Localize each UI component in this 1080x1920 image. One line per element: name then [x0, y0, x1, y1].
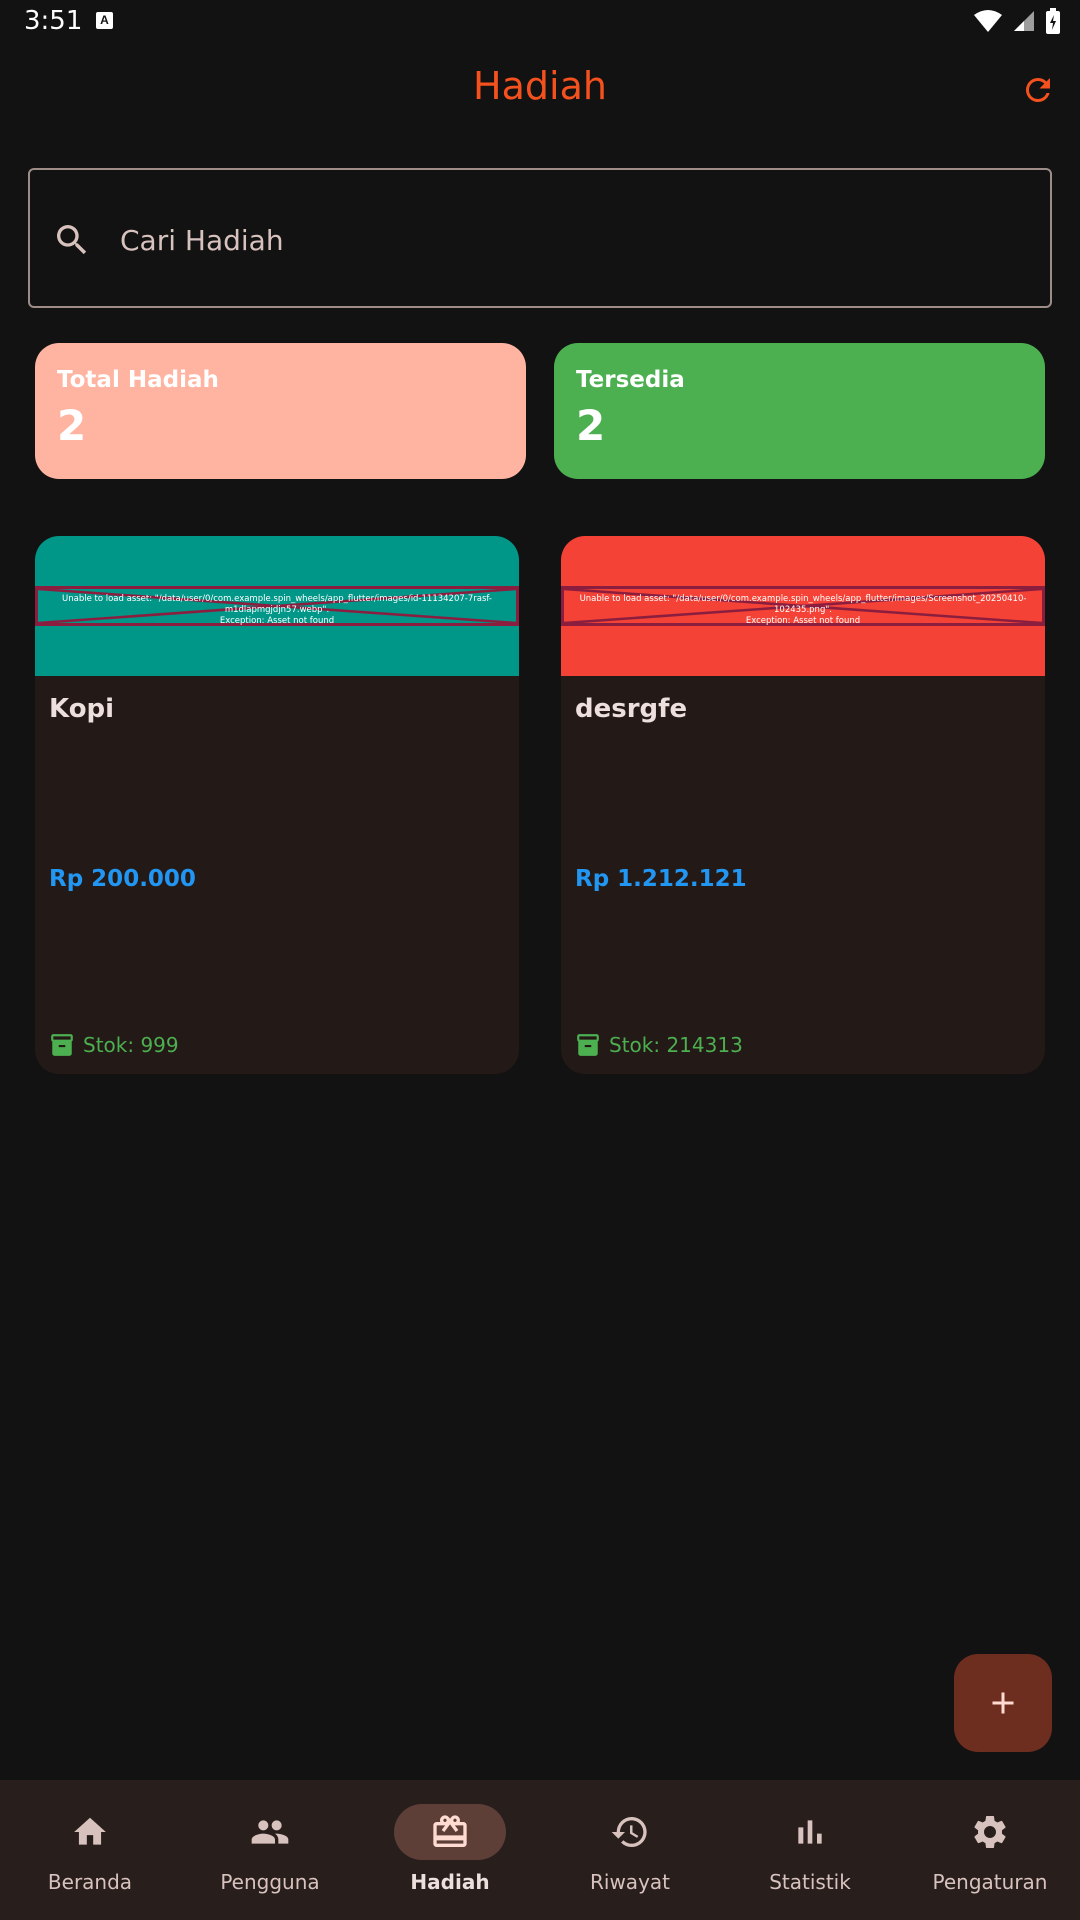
- plus-icon: [992, 1692, 1014, 1714]
- search-input[interactable]: [120, 212, 1000, 268]
- nav-item-pengaturan[interactable]: Pengaturan: [910, 1804, 1070, 1904]
- nav-label: Riwayat: [590, 1870, 670, 1894]
- search-box[interactable]: [28, 168, 1052, 308]
- status-icons: [974, 8, 1060, 34]
- bar-chart-icon: [798, 1820, 822, 1844]
- stat-label: Tersedia: [576, 367, 685, 393]
- total-prizes-card: Total Hadiah 2: [35, 343, 526, 479]
- stat-value: 2: [57, 401, 87, 450]
- nav-indicator: [754, 1804, 866, 1860]
- status-bar: 3:51 A: [0, 0, 1080, 42]
- prize-name: desrgfe: [575, 694, 688, 724]
- status-time: 3:51: [24, 6, 83, 36]
- prize-stock-label: Stok: 999: [83, 1033, 179, 1057]
- stat-label: Total Hadiah: [57, 367, 219, 393]
- prize-price: Rp 1.212.121: [575, 866, 747, 892]
- page-title: Hadiah: [473, 64, 607, 108]
- refresh-icon: [1025, 77, 1050, 102]
- history-icon: [611, 1817, 647, 1847]
- image-error-text: Unable to load asset: "/data/user/0/com.…: [62, 594, 492, 626]
- nav-label: Hadiah: [410, 1870, 490, 1894]
- image-error-text: Unable to load asset: "/data/user/0/com.…: [579, 594, 1027, 626]
- bottom-navigation: Beranda Pengguna Hadiah Riwayat Statisti…: [0, 1780, 1080, 1920]
- search-icon: [57, 225, 87, 255]
- nav-label: Statistik: [769, 1870, 851, 1894]
- people-icon: [251, 1820, 289, 1844]
- nav-label: Pengaturan: [932, 1870, 1048, 1894]
- prize-stock-label: Stok: 214313: [609, 1033, 743, 1057]
- prize-image-placeholder: Unable to load asset: "/data/user/0/com.…: [561, 536, 1045, 676]
- nav-indicator: [34, 1804, 146, 1860]
- prize-price: Rp 200.000: [49, 866, 196, 892]
- refresh-button[interactable]: [1020, 72, 1056, 108]
- prize-stock: Stok: 999: [49, 1032, 179, 1058]
- a-icon: A: [96, 12, 113, 29]
- nav-label: Beranda: [47, 1870, 133, 1894]
- nav-indicator: [394, 1804, 506, 1860]
- nav-item-pengguna[interactable]: Pengguna: [190, 1804, 350, 1904]
- nav-item-beranda[interactable]: Beranda: [10, 1804, 170, 1904]
- inventory-icon: [51, 1034, 73, 1056]
- prize-card[interactable]: Unable to load asset: "/data/user/0/com.…: [35, 536, 519, 1074]
- nav-indicator: [934, 1804, 1046, 1860]
- battery-icon: [1046, 8, 1060, 34]
- nav-item-statistik[interactable]: Statistik: [730, 1804, 890, 1904]
- gift-icon: [433, 1815, 467, 1847]
- nav-item-hadiah[interactable]: Hadiah: [370, 1804, 530, 1904]
- nav-label: Pengguna: [220, 1870, 320, 1894]
- inventory-icon: [577, 1034, 599, 1056]
- nav-indicator: [214, 1804, 326, 1860]
- nav-indicator: [574, 1804, 686, 1860]
- signal-icon: [1014, 11, 1034, 31]
- add-prize-button[interactable]: [954, 1654, 1052, 1752]
- nav-item-riwayat[interactable]: Riwayat: [550, 1804, 710, 1904]
- prize-name: Kopi: [49, 694, 115, 724]
- prize-card[interactable]: Unable to load asset: "/data/user/0/com.…: [561, 536, 1045, 1074]
- gear-icon: [974, 1816, 1006, 1848]
- prize-stock: Stok: 214313: [575, 1032, 743, 1058]
- stat-value: 2: [576, 401, 606, 450]
- wifi-icon: [974, 10, 1002, 32]
- available-prizes-card: Tersedia 2: [554, 343, 1045, 479]
- prize-image-placeholder: Unable to load asset: "/data/user/0/com.…: [35, 536, 519, 676]
- home-icon: [74, 1817, 106, 1845]
